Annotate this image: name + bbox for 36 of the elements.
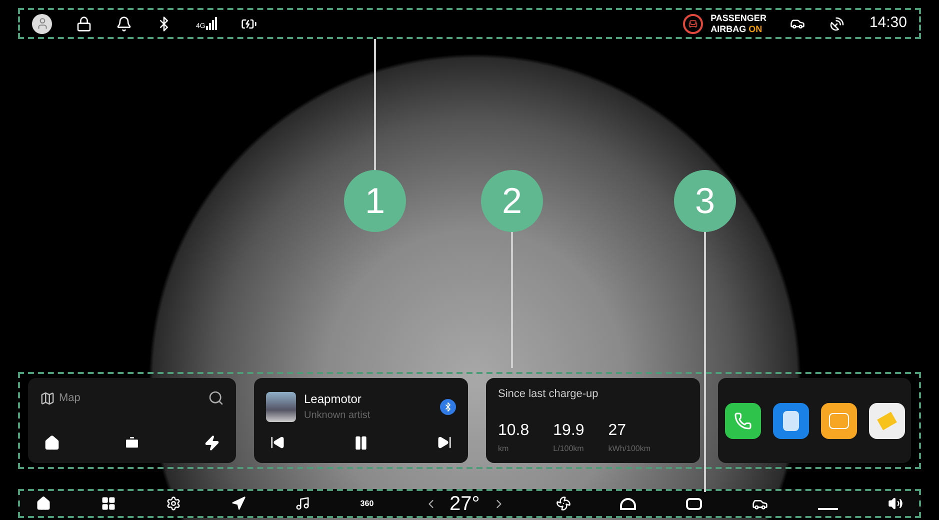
camera-360-button[interactable]: 360 — [360, 498, 374, 510]
briefcase-icon[interactable] — [124, 435, 140, 451]
music-icon[interactable] — [295, 496, 310, 511]
track-artist: Unknown artist — [304, 409, 370, 423]
settings-icon[interactable] — [166, 496, 181, 511]
navigation-arrow-icon[interactable] — [230, 496, 246, 511]
trip-value: 27 — [608, 421, 628, 441]
trip-unit: km — [498, 443, 510, 455]
search-icon[interactable] — [208, 390, 224, 406]
album-art — [266, 392, 296, 422]
trip-unit: L/100km — [553, 443, 584, 455]
lock-icon[interactable] — [76, 16, 92, 32]
next-icon[interactable] — [437, 435, 452, 451]
map-icon — [40, 390, 55, 406]
volume-icon[interactable] — [888, 496, 903, 511]
track-title: Leapmotor — [304, 391, 362, 408]
temperature-value: 27° — [450, 494, 480, 514]
airbag-status: PASSENGER AIRBAG ON — [710, 12, 766, 34]
trip-value: 10.8 — [498, 421, 530, 441]
home-icon[interactable] — [44, 435, 60, 451]
phone-app-icon[interactable] — [724, 402, 760, 438]
grid-icon[interactable] — [100, 496, 116, 511]
map-title: Map — [59, 391, 80, 406]
pause-icon[interactable] — [353, 435, 369, 451]
satellite-dish-icon — [829, 16, 846, 32]
bluetooth-icon — [440, 398, 456, 414]
previous-icon[interactable] — [270, 435, 285, 451]
bell-icon[interactable] — [116, 16, 132, 32]
airbag-off-icon — [682, 14, 703, 34]
trip-value: 19.9 — [553, 421, 584, 441]
lightning-icon[interactable] — [204, 435, 220, 451]
home-icon[interactable] — [36, 496, 51, 511]
fan-icon[interactable] — [556, 496, 571, 511]
clock-time: 14:30 — [869, 13, 907, 34]
trip-unit: kWh/100km — [608, 443, 651, 455]
trip-title: Since last charge-up — [498, 387, 600, 402]
